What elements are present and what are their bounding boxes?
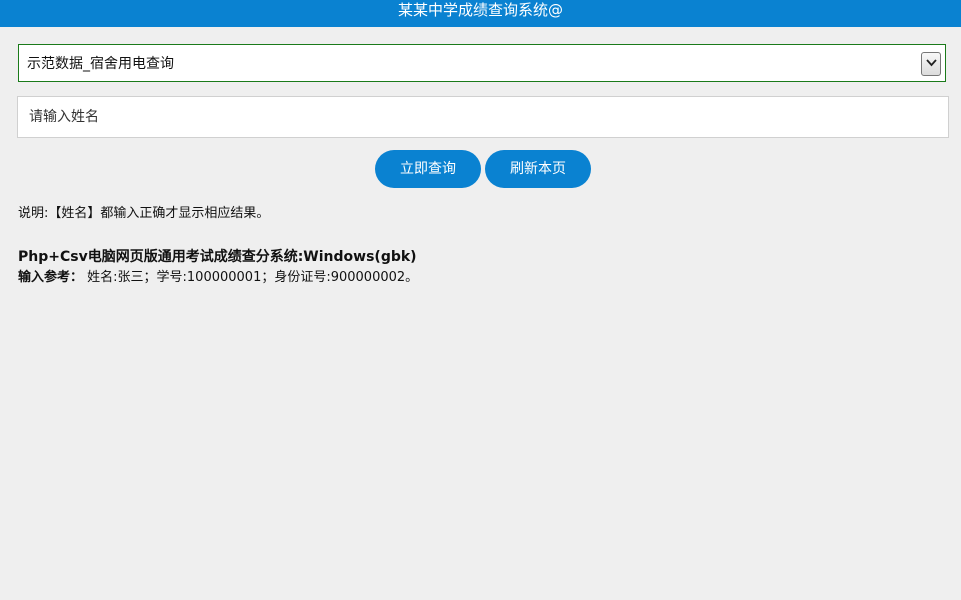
name-input[interactable]: [17, 96, 949, 138]
query-button[interactable]: 立即查询: [375, 150, 481, 188]
system-title: Php+Csv电脑网页版通用考试成绩查分系统:Windows(gbk): [18, 249, 417, 265]
dataset-select-value: 示范数据_宿舍用电查询: [27, 56, 174, 72]
reference-text: 姓名:张三；学号:100000001；身份证号:900000002。: [83, 270, 419, 285]
select-dropdown-button[interactable]: [921, 52, 941, 76]
input-reference: 输入参考： 姓名:张三；学号:100000001；身份证号:900000002。: [18, 269, 418, 287]
dataset-select[interactable]: 示范数据_宿舍用电查询: [18, 44, 946, 82]
chevron-down-icon: [925, 59, 937, 67]
instruction-note: 说明:【姓名】都输入正确才显示相应结果。: [18, 206, 270, 221]
refresh-button[interactable]: 刷新本页: [485, 150, 591, 188]
reference-label: 输入参考：: [18, 270, 84, 285]
page-title: 某某中学成绩查询系统@: [397, 1, 563, 19]
app-header: 某某中学成绩查询系统@: [0, 0, 961, 27]
